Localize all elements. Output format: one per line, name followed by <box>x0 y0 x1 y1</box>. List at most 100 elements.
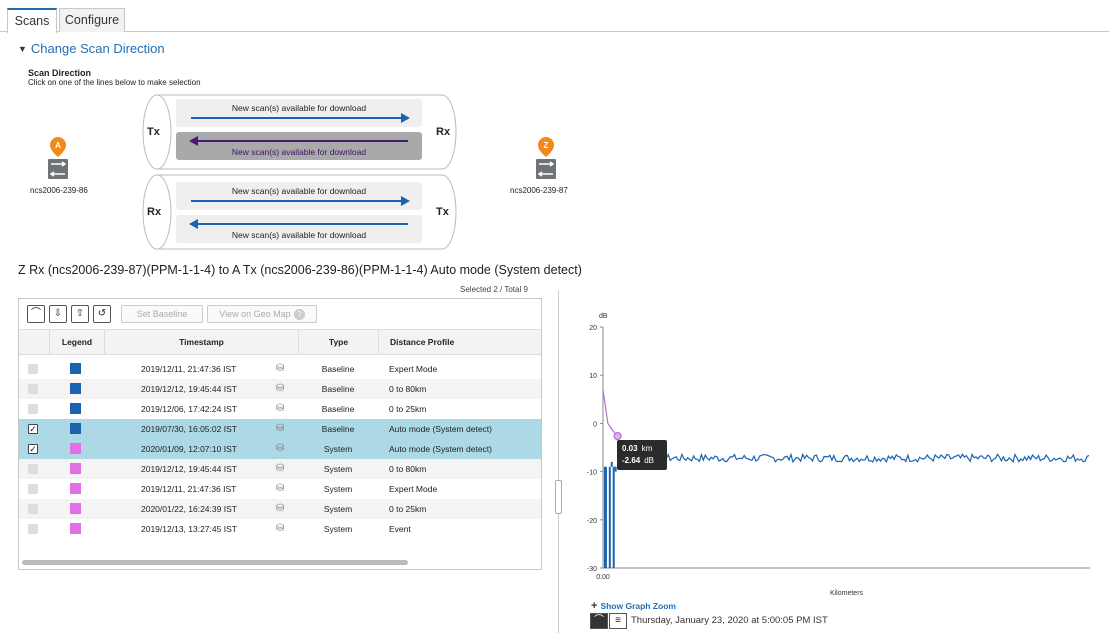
table-view-toggle[interactable]: ≡ <box>609 613 627 629</box>
graph-zoom-label: Show Graph Zoom <box>600 601 676 611</box>
horizontal-scrollbar[interactable] <box>22 560 408 565</box>
type-cell: Baseline <box>321 424 355 434</box>
table-row[interactable]: 2019/12/12, 19:45:44 IST ⛁ Baseline 0 to 80… <box>19 379 541 399</box>
timestamp-cell: 2019/12/12, 19:45:44 IST <box>141 464 237 474</box>
table-row[interactable]: ✓ 2020/01/09, 12:07:10 IST ⛁ System Auto mod… <box>19 439 541 459</box>
database-icon[interactable]: ⛁ <box>276 423 284 434</box>
arrow-right-icon <box>191 113 410 123</box>
timestamp-cell: 2020/01/22, 16:24:39 IST <box>141 504 237 514</box>
import-icon: ⇩ <box>53 308 63 319</box>
profile-cell: Auto mode (System detect) <box>389 424 492 434</box>
legend-swatch <box>70 363 81 374</box>
tooltip-marker <box>613 432 622 441</box>
chart-view-button[interactable]: ⌒ <box>27 305 45 323</box>
row-checkbox[interactable] <box>28 504 38 514</box>
database-icon[interactable]: ⛁ <box>276 503 284 514</box>
type-cell: System <box>323 464 353 474</box>
line-chart-icon: ⌒ <box>594 615 604 626</box>
profile-cell: Auto mode (System detect) <box>389 444 492 454</box>
profile-cell: Expert Mode <box>389 364 438 374</box>
column-timestamp[interactable]: Timestamp <box>104 330 298 355</box>
profile-cell: 0 to 80km <box>389 384 427 394</box>
timestamp-cell: 2019/12/13, 13:27:45 IST <box>141 524 237 534</box>
node-a-icon: A <box>48 137 68 179</box>
svg-text:A: A <box>55 141 61 150</box>
row-checkbox[interactable]: ✓ <box>28 444 38 454</box>
legend-swatch <box>70 523 81 534</box>
panel-divider <box>558 290 559 633</box>
column-distance-profile[interactable]: Distance Profile <box>378 330 541 355</box>
row-checkbox[interactable] <box>28 364 38 374</box>
fiber-2-lane-rx-tx[interactable]: New scan(s) available for download <box>176 182 422 210</box>
timestamp-cell: 2020/01/09, 12:07:10 IST <box>141 444 237 454</box>
profile-cell: Event <box>389 524 411 534</box>
list-icon: ≡ <box>615 615 621 626</box>
set-baseline-button[interactable]: Set Baseline <box>121 305 203 323</box>
show-graph-zoom-link[interactable]: + Show Graph Zoom <box>591 600 676 612</box>
scan-direction-subtitle: Click on one of the lines below to make … <box>28 78 201 87</box>
change-scan-direction-toggle[interactable]: ▼ Change Scan Direction <box>18 41 165 56</box>
y-axis-label: dB <box>599 313 608 320</box>
database-icon[interactable]: ⛁ <box>276 443 284 454</box>
x-axis-label: Kilometers <box>830 590 864 597</box>
row-checkbox[interactable] <box>28 404 38 414</box>
row-checkbox[interactable]: ✓ <box>28 424 38 434</box>
legend-swatch <box>70 463 81 474</box>
table-row[interactable]: ✓ 2019/07/30, 16:05:02 IST ⛁ Baseline Auto m… <box>19 419 541 439</box>
row-checkbox[interactable] <box>28 524 38 534</box>
footer-timestamp: Thursday, January 23, 2020 at 5:00:05 PM… <box>631 615 828 626</box>
view-geo-map-label: View on Geo Map <box>219 309 291 319</box>
legend-swatch <box>70 483 81 494</box>
system-trace-line <box>602 389 619 437</box>
table-row[interactable]: 2019/12/12, 19:45:44 IST ⛁ System 0 to 80km <box>19 459 541 479</box>
scan-direction-title: Scan Direction <box>28 68 92 78</box>
database-icon[interactable]: ⛁ <box>276 403 284 414</box>
svg-text:Z: Z <box>544 141 549 150</box>
timestamp-cell: 2019/07/30, 16:05:02 IST <box>141 424 237 434</box>
fiber-2-left-end: Rx <box>147 206 162 218</box>
fiber-1-lane-rx-tx-selected[interactable]: New scan(s) available for download <box>176 132 422 160</box>
chart-tooltip: 0.03 km -2.64 dB <box>617 440 667 470</box>
row-checkbox[interactable] <box>28 484 38 494</box>
tooltip-y-value: -2.64 <box>622 456 641 465</box>
fiber-1-left-end: Tx <box>147 126 160 138</box>
tab-scans[interactable]: Scans <box>7 8 57 33</box>
database-icon[interactable]: ⛁ <box>276 383 284 394</box>
column-type[interactable]: Type <box>298 330 378 355</box>
table-header: Legend Timestamp Type Distance Profile <box>19 329 541 355</box>
database-icon[interactable]: ⛁ <box>276 523 284 534</box>
profile-cell: 0 to 25km <box>389 504 427 514</box>
y-tick-label: -30 <box>587 566 597 573</box>
database-icon[interactable]: ⛁ <box>276 363 284 374</box>
plus-icon: + <box>591 600 598 612</box>
resize-handle[interactable] <box>555 480 562 514</box>
column-legend[interactable]: Legend <box>49 330 104 355</box>
tooltip-y-unit: dB <box>644 456 655 465</box>
arrow-right-icon <box>191 196 410 206</box>
tab-bar: Scans Configure <box>0 8 1109 33</box>
chart-view-toggle[interactable]: ⌒ <box>590 613 608 629</box>
table-row[interactable]: 2019/12/13, 13:27:45 IST ⛁ System Event <box>19 519 541 539</box>
fiber-2-lane-tx-rx[interactable]: New scan(s) available for download <box>176 215 422 243</box>
type-cell: System <box>323 504 353 514</box>
node-z-label: ncs2006-239-87 <box>510 186 568 195</box>
table-row[interactable]: 2019/12/11, 21:47:36 IST ⛁ Baseline Expert … <box>19 359 541 379</box>
node-z-icon: Z <box>536 137 556 179</box>
type-cell: System <box>323 444 353 454</box>
tab-configure[interactable]: Configure <box>59 8 125 32</box>
table-row[interactable]: 2020/01/22, 16:24:39 IST ⛁ System 0 to 25km <box>19 499 541 519</box>
database-icon[interactable]: ⛁ <box>276 463 284 474</box>
database-icon[interactable]: ⛁ <box>276 483 284 494</box>
view-on-geo-map-button[interactable]: View on Geo Map? <box>207 305 317 323</box>
line-chart-icon: ⌒ <box>31 308 41 319</box>
y-tick-label: 0 <box>593 421 597 428</box>
table-row[interactable]: 2019/12/06, 17:42:24 IST ⛁ Baseline 0 to 25… <box>19 399 541 419</box>
export-button[interactable]: ⇧ <box>71 305 89 323</box>
fiber-1-lane-tx-rx[interactable]: New scan(s) available for download <box>176 99 422 127</box>
row-checkbox[interactable] <box>28 464 38 474</box>
refresh-button[interactable]: ↺ <box>93 305 111 323</box>
arrow-left-icon <box>189 136 408 146</box>
table-row[interactable]: 2019/12/11, 21:47:36 IST ⛁ System Expert Mo… <box>19 479 541 499</box>
import-button[interactable]: ⇩ <box>49 305 67 323</box>
row-checkbox[interactable] <box>28 384 38 394</box>
